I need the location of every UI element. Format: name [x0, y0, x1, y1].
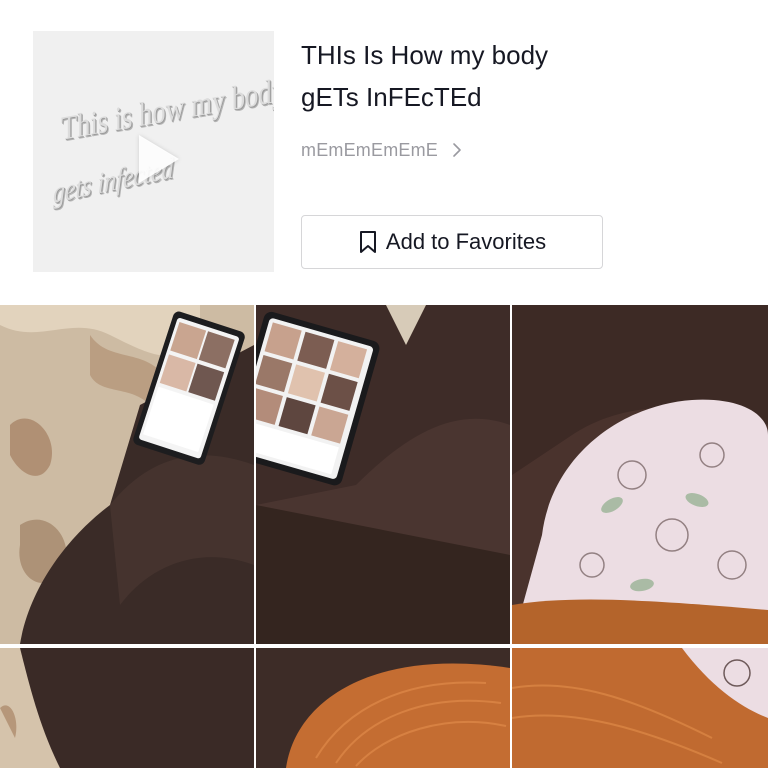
author-name: mEmEmEmEmE — [301, 139, 438, 160]
video-thumbnail-4-image — [0, 648, 254, 768]
video-thumbnail-3[interactable] — [512, 305, 768, 644]
video-thumbnail-2-image — [256, 305, 510, 644]
video-grid — [0, 305, 768, 768]
video-thumbnail-6[interactable] — [512, 648, 768, 768]
author-link[interactable]: mEmEmEmEmE — [301, 138, 462, 162]
play-icon[interactable] — [139, 135, 179, 183]
chevron-right-icon — [453, 143, 461, 157]
add-to-favorites-label: Add to Favorites — [385, 229, 547, 254]
video-thumbnail-4[interactable] — [0, 648, 254, 768]
sound-title-line2: gETs InFEcTEd — [301, 82, 482, 112]
add-to-favorites-button[interactable]: Add to Favorites — [301, 215, 603, 269]
video-thumbnail-1[interactable] — [0, 305, 254, 644]
video-thumbnail-3-image — [512, 305, 768, 644]
sound-header: This is how my body gets infected THIs I… — [0, 0, 768, 300]
video-thumbnail-5[interactable] — [256, 648, 510, 768]
video-thumbnail-2[interactable] — [256, 305, 510, 644]
video-thumbnail-1-image — [0, 305, 254, 644]
sound-title: THIs Is How my body gETs InFEcTEd — [301, 34, 741, 118]
bookmark-icon — [359, 231, 376, 253]
sound-title-line1: THIs Is How my body — [301, 40, 549, 70]
sound-cover[interactable]: This is how my body gets infected — [33, 31, 274, 272]
video-thumbnail-5-image — [256, 648, 510, 768]
video-thumbnail-6-image — [512, 648, 768, 768]
